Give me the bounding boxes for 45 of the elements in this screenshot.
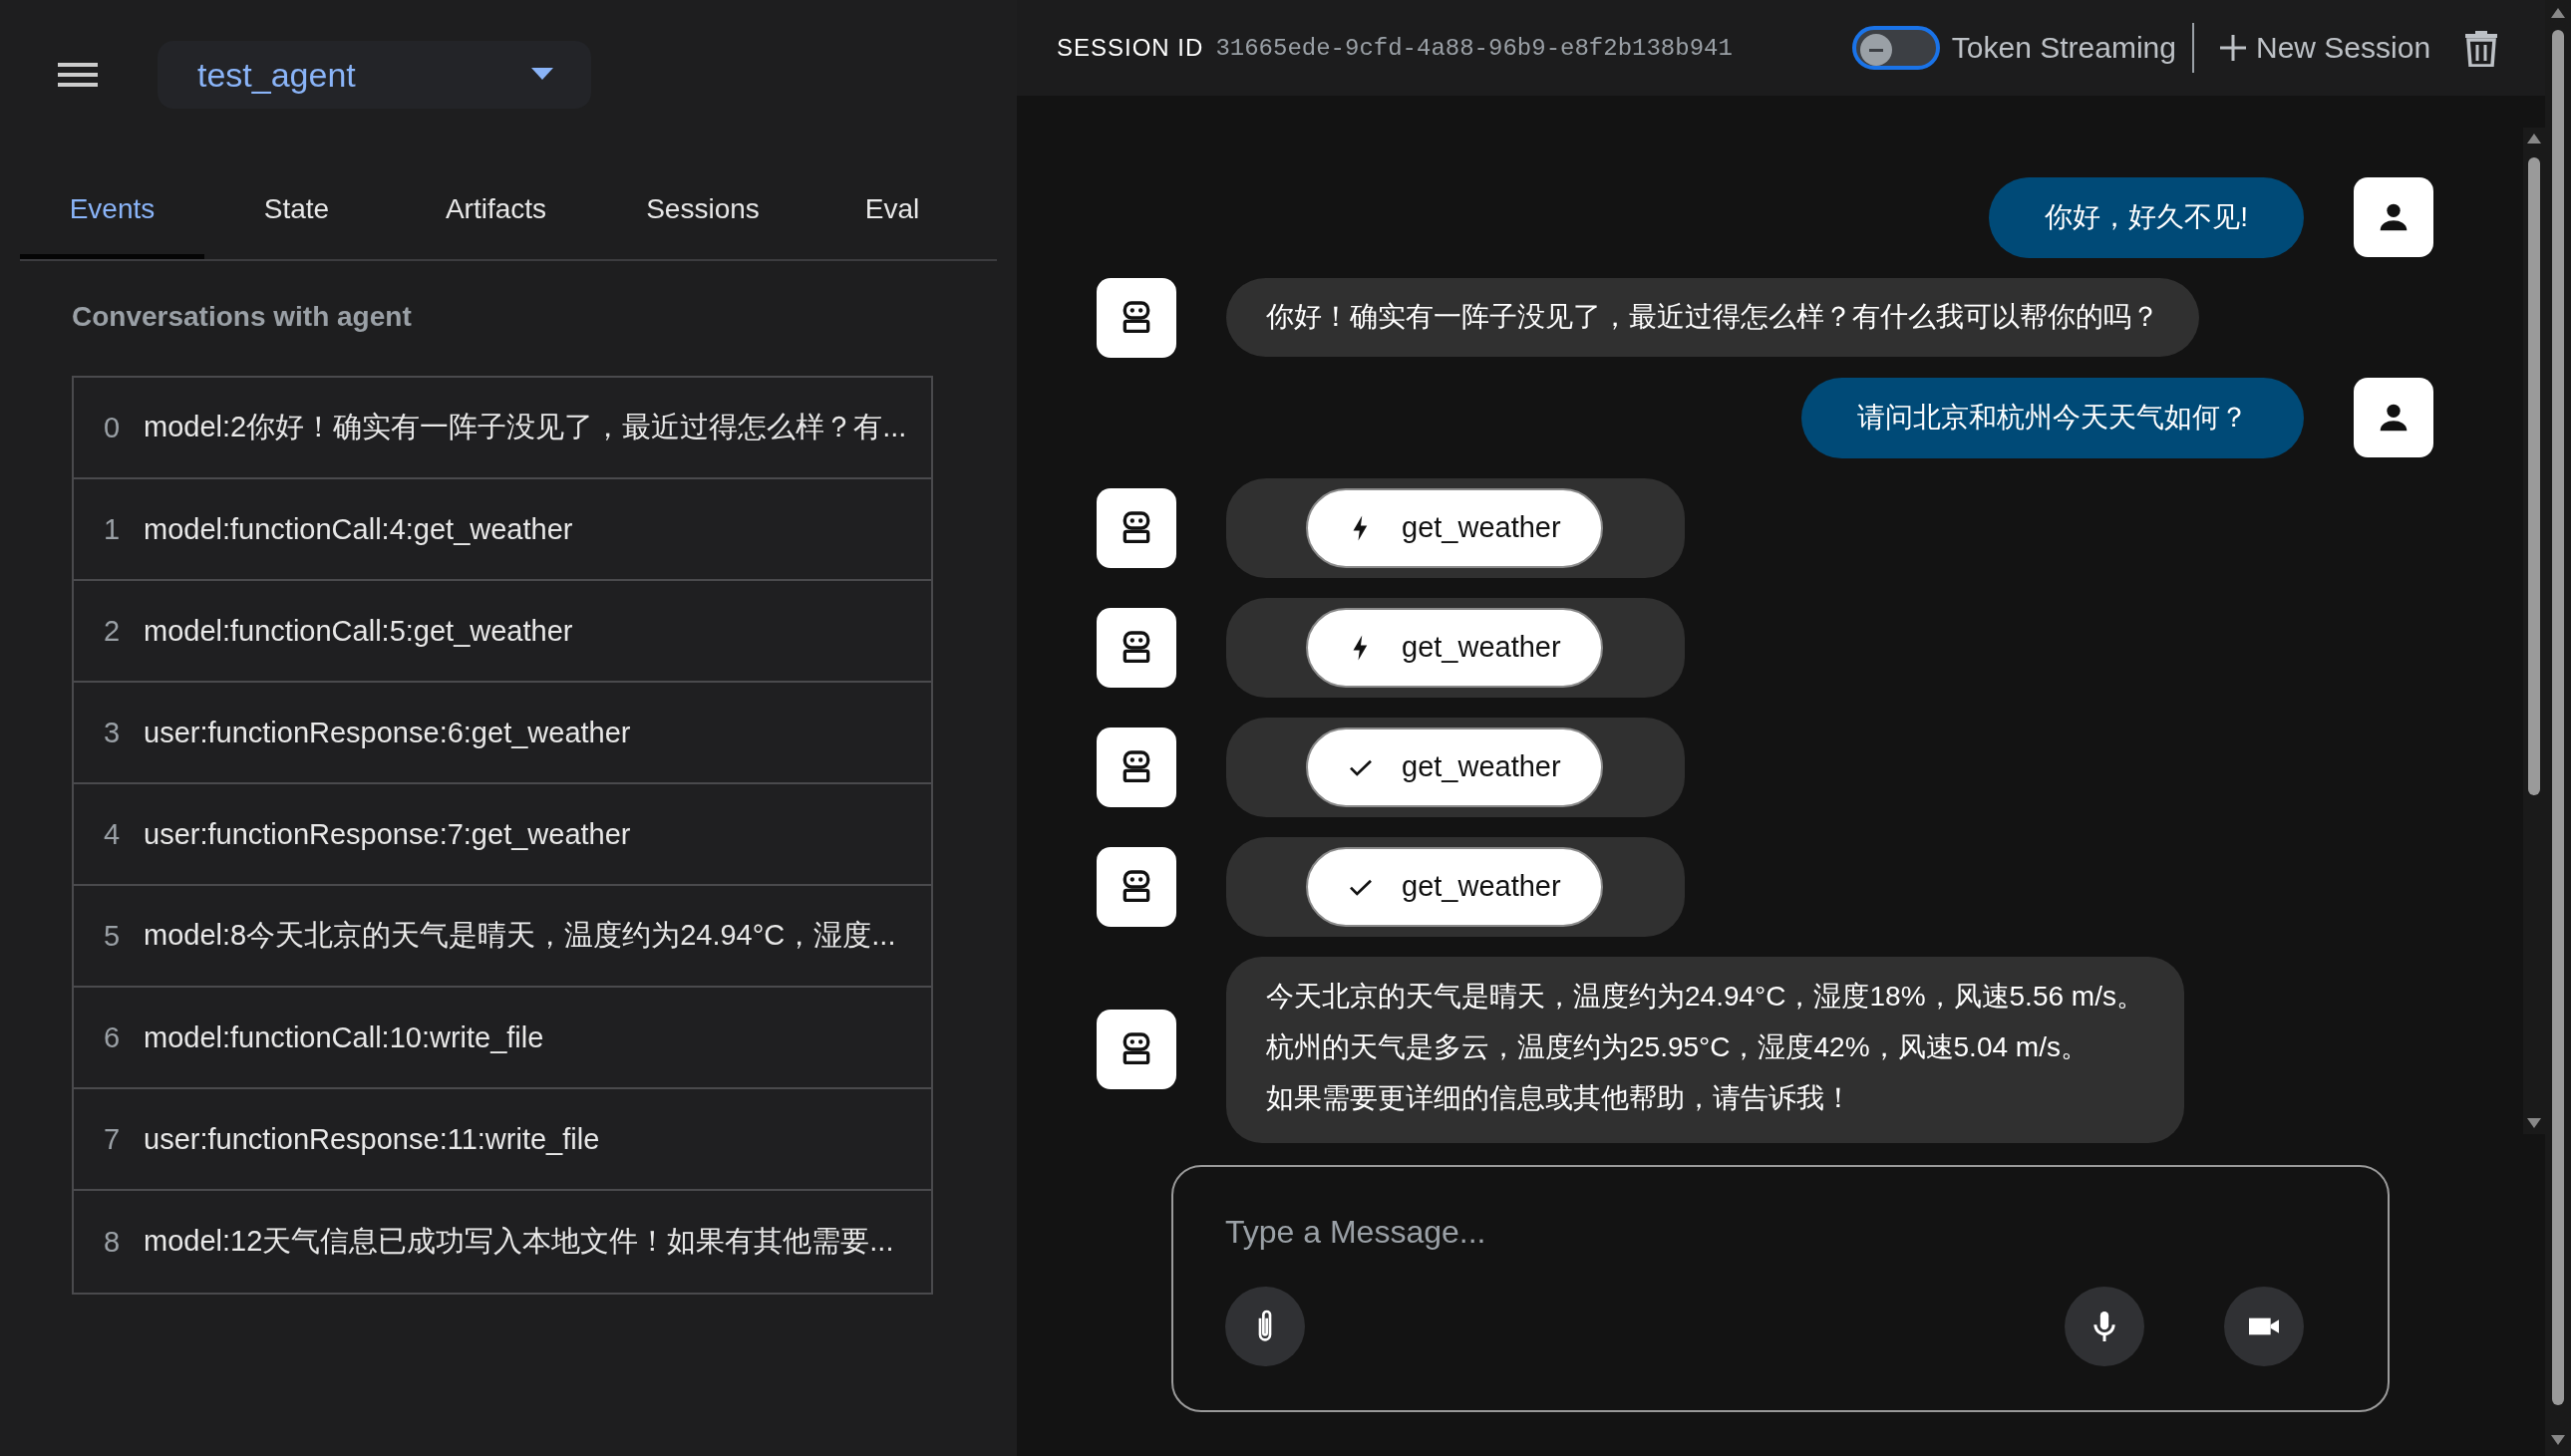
function-chip[interactable]: get_weather (1306, 487, 1603, 568)
plus-icon (2218, 33, 2248, 63)
event-label: user:functionResponse:11:write_file (144, 1122, 600, 1156)
event-label: user:functionResponse:7:get_weather (144, 817, 631, 851)
event-label: model:functionCall:5:get_weather (144, 614, 573, 648)
toggle-switch[interactable] (1851, 26, 1940, 70)
event-label: model:8今天北京的天气是晴天，温度约为24.94°C，湿度... (144, 918, 896, 953)
scrollbar[interactable] (2523, 128, 2545, 1134)
toggle-label: Token Streaming (1951, 31, 2176, 65)
tab[interactable]: State (204, 163, 389, 259)
function-chip[interactable]: get_weather (1306, 846, 1603, 927)
message-bubble: 你好，好久不见! (1989, 177, 2304, 258)
message-input[interactable]: Type a Message... (1225, 1207, 2336, 1257)
event-label: model:12天气信息已成功写入本地文件！如果有其他需要... (144, 1224, 894, 1259)
event-index: 5 (104, 919, 122, 953)
message-bubble: 你好！确实有一阵子没见了，最近过得怎么样？有什么我可以帮你的吗？ (1226, 278, 2199, 358)
message-bubble: 请问北京和杭州今天天气如何？ (1801, 377, 2304, 458)
menu-icon[interactable] (58, 60, 98, 90)
tab[interactable]: Eval (803, 163, 982, 259)
event-index: 8 (104, 1225, 122, 1259)
event-label: model:2你好！确实有一阵子没见了，最近过得怎么样？有... (144, 410, 907, 444)
event-index: 0 (104, 411, 122, 444)
agent-dropdown[interactable]: test_agent (158, 41, 591, 109)
tab[interactable]: Events (20, 163, 204, 259)
event-index: 2 (104, 614, 122, 648)
session-label: SESSION ID (1057, 34, 1204, 62)
caret-icon (531, 68, 553, 82)
event-label: model:functionCall:10:write_file (144, 1020, 544, 1054)
tab[interactable]: Artifacts (389, 163, 603, 259)
event-index: 6 (104, 1020, 122, 1054)
event-index: 3 (104, 716, 122, 749)
event-index: 7 (104, 1122, 122, 1156)
event-index: 1 (104, 512, 122, 546)
message-bubble: 今天北京的天气是晴天，温度约为24.94°C，湿度18%，风速5.56 m/s。 杭州的天气是多云，温度约为25.95°C，湿度42%，风速5.04 m/s。 如果需要更详细的信息或其他帮助，请告诉我！ (1226, 956, 2184, 1143)
section-title: Conversations with agent (71, 300, 413, 334)
trash-icon (2464, 29, 2499, 67)
function-chip[interactable]: get_weather (1306, 727, 1603, 807)
event-label: user:functionResponse:6:get_weather (144, 716, 631, 749)
session-id: 31665ede-9cfd-4a88-96b9-e8f2b138b941 (1215, 34, 1733, 62)
event-label: model:functionCall:4:get_weather (144, 512, 573, 546)
tab[interactable]: Sessions (603, 163, 803, 259)
event-index: 4 (104, 817, 122, 851)
function-chip[interactable]: get_weather (1306, 607, 1603, 688)
delete-button[interactable] (2464, 29, 2499, 67)
new-session-button[interactable]: New Session (2214, 27, 2435, 69)
